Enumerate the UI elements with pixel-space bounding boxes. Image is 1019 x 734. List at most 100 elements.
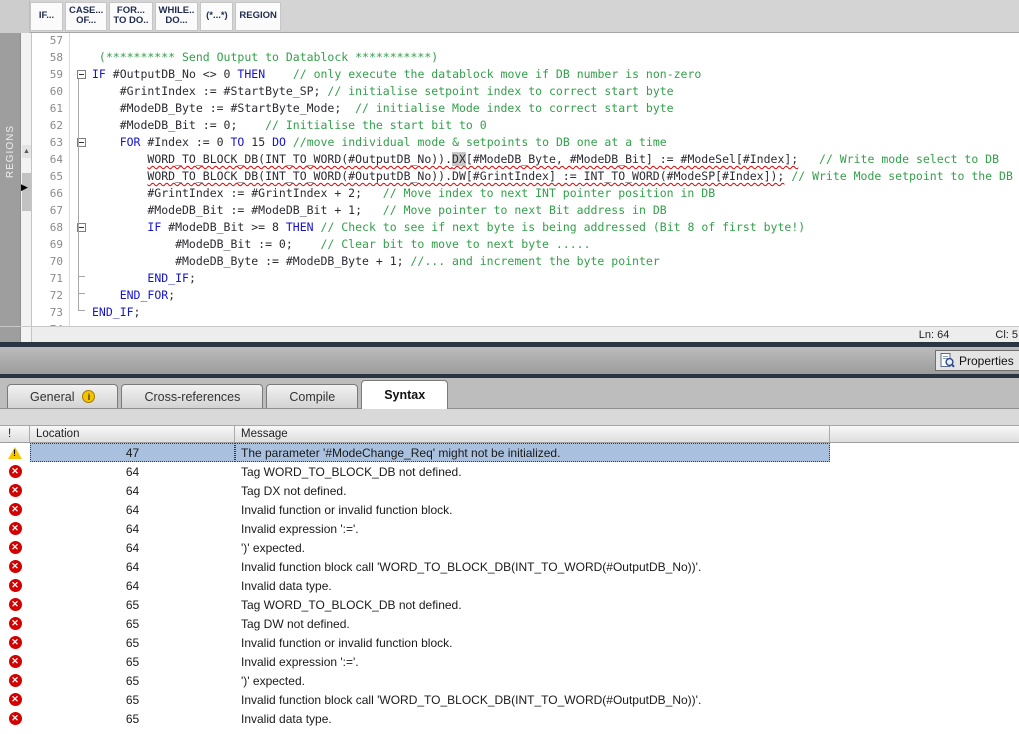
- table-row[interactable]: 65Invalid function or invalid function b…: [0, 633, 1019, 652]
- toolbar-button-for-to-do[interactable]: FOR...TO DO..: [109, 2, 152, 31]
- code-line-71[interactable]: 71 END_IF;: [32, 270, 1019, 287]
- regions-strip-footer: [0, 327, 20, 343]
- table-row[interactable]: 65')' expected.: [0, 671, 1019, 690]
- location-cell: 65: [30, 595, 235, 614]
- code-line-61[interactable]: 61 #ModeDB_Byte := #StartByte_Mode; // i…: [32, 100, 1019, 117]
- regions-label: REGIONS: [5, 125, 16, 233]
- tab-compile[interactable]: Compile: [266, 384, 358, 408]
- table-row[interactable]: 65Invalid data type.: [0, 709, 1019, 728]
- column-header-location[interactable]: Location: [30, 426, 235, 442]
- table-row[interactable]: 64Tag DX not defined.: [0, 481, 1019, 500]
- editor-left-scrollbar[interactable]: ▲ ▶: [20, 33, 32, 326]
- scrollbar-thumb[interactable]: [22, 173, 31, 211]
- location-cell: 64: [30, 500, 235, 519]
- location-cell: 64: [30, 519, 235, 538]
- column-header-message[interactable]: Message: [235, 426, 830, 442]
- code-token: // only execute the datablock move if DB…: [293, 67, 702, 81]
- toolbar-button-comment[interactable]: (*...*): [200, 2, 233, 31]
- code-token: THEN: [237, 67, 265, 81]
- regions-side-tab[interactable]: REGIONS: [0, 33, 20, 326]
- error-icon: [9, 579, 22, 592]
- line-number: 68: [32, 219, 70, 236]
- line-number: 58: [32, 49, 70, 66]
- code-line-67[interactable]: 67 #ModeDB_Bit := #ModeDB_Bit + 1; // Mo…: [32, 202, 1019, 219]
- code-token: //... and increment the byte pointer: [411, 254, 660, 268]
- line-number: 63: [32, 134, 70, 151]
- code-line-63[interactable]: 63 FOR #Index := 0 TO 15 DO //move indiv…: [32, 134, 1019, 151]
- table-row[interactable]: 65Tag DW not defined.: [0, 614, 1019, 633]
- table-row[interactable]: 64')' expected.: [0, 538, 1019, 557]
- toolbar-button-if[interactable]: IF...: [30, 2, 63, 31]
- table-row[interactable]: 64Invalid function block call 'WORD_TO_B…: [0, 557, 1019, 576]
- code-token: [#ModeDB_Byte, #ModeDB_Bit] := #ModeSel[…: [466, 152, 798, 166]
- column-header-severity[interactable]: !: [0, 426, 30, 442]
- code-line-57[interactable]: 57: [32, 33, 1019, 49]
- tab-general[interactable]: Generali: [7, 384, 118, 408]
- code-line-58[interactable]: 58 (********** Send Output to Datablock …: [32, 49, 1019, 66]
- table-row[interactable]: 65Tag WORD_TO_BLOCK_DB not defined.: [0, 595, 1019, 614]
- table-row[interactable]: 64Invalid function or invalid function b…: [0, 500, 1019, 519]
- code-line-66[interactable]: 66 #GrintIndex := #GrintIndex + 2; // Mo…: [32, 185, 1019, 202]
- code-token: [92, 152, 147, 166]
- location-cell: 64: [30, 462, 235, 481]
- error-icon: [9, 636, 22, 649]
- row-spacer: [830, 443, 1019, 462]
- table-row[interactable]: 47The parameter '#ModeChange_Req' might …: [0, 443, 1019, 462]
- code-token: #OutputDB_No <> 0: [106, 67, 238, 81]
- scl-code-editor[interactable]: 5758 (********** Send Output to Databloc…: [32, 33, 1019, 326]
- severity-cell: [0, 538, 30, 557]
- row-spacer: [830, 557, 1019, 576]
- info-badge-icon: i: [82, 390, 95, 403]
- row-spacer: [830, 538, 1019, 557]
- table-row[interactable]: 64Invalid expression ':='.: [0, 519, 1019, 538]
- message-cell: Invalid function block call 'WORD_TO_BLO…: [235, 557, 830, 576]
- table-row[interactable]: 65Invalid expression ':='.: [0, 652, 1019, 671]
- code-token: #GrintIndex := #GrintIndex + 2;: [92, 186, 383, 200]
- location-cell: 47: [30, 443, 235, 462]
- table-row[interactable]: 64Tag WORD_TO_BLOCK_DB not defined.: [0, 462, 1019, 481]
- tab-cross-references[interactable]: Cross-references: [121, 384, 263, 408]
- error-icon: [9, 712, 22, 725]
- scrollbar-up-icon[interactable]: ▲: [22, 145, 31, 158]
- row-spacer: [830, 500, 1019, 519]
- table-row[interactable]: 64Invalid data type.: [0, 576, 1019, 595]
- code-token: #ModeDB_Bit >= 8: [161, 220, 286, 234]
- code-line-68[interactable]: 68 IF #ModeDB_Bit >= 8 THEN // Check to …: [32, 219, 1019, 236]
- fold-collapse-icon[interactable]: [77, 70, 86, 79]
- scrollbar-footer: [20, 327, 32, 343]
- toolbar-button-label: DO...: [165, 16, 187, 26]
- code-token: // Move index to next INT pointer positi…: [383, 186, 715, 200]
- code-token: [92, 169, 147, 183]
- tab-syntax[interactable]: Syntax: [361, 380, 448, 409]
- fold-margin: [70, 33, 92, 49]
- severity-cell: [0, 462, 30, 481]
- severity-cell: [0, 595, 30, 614]
- error-icon: [9, 655, 22, 668]
- table-row[interactable]: 65Invalid function block call 'WORD_TO_B…: [0, 690, 1019, 709]
- toolbar-button-case-of[interactable]: CASE...OF...: [65, 2, 107, 31]
- code-line-62[interactable]: 62 #ModeDB_Bit := 0; // Initialise the s…: [32, 117, 1019, 134]
- location-cell: 65: [30, 671, 235, 690]
- code-line-69[interactable]: 69 #ModeDB_Bit := 0; // Clear bit to mov…: [32, 236, 1019, 253]
- code-line-65[interactable]: 65 WORD_TO_BLOCK_DB(INT_TO_WORD(#OutputD…: [32, 168, 1019, 185]
- code-token: [798, 152, 819, 166]
- error-icon: [9, 617, 22, 630]
- severity-cell: [0, 576, 30, 595]
- toolbar-button-region[interactable]: REGION: [235, 2, 280, 31]
- code-token: // initialise Mode index to correct star…: [355, 101, 674, 115]
- toolbar-button-while-do[interactable]: WHILE..DO...: [155, 2, 199, 31]
- line-number: 73: [32, 304, 70, 321]
- code-line-72[interactable]: 72 END_FOR;: [32, 287, 1019, 304]
- code-line-59[interactable]: 59IF #OutputDB_No <> 0 THEN // only exec…: [32, 66, 1019, 83]
- code-line-70[interactable]: 70 #ModeDB_Byte := #ModeDB_Byte + 1; //.…: [32, 253, 1019, 270]
- code-line-60[interactable]: 60 #GrintIndex := #StartByte_SP; // init…: [32, 83, 1019, 100]
- toolbar-button-label: TO DO..: [113, 16, 148, 26]
- code-token: (********** Send Output to Datablock ***…: [92, 50, 438, 64]
- code-token: // Write mode select to DB: [819, 152, 999, 166]
- code-token: END_FOR: [120, 288, 168, 302]
- code-line-64[interactable]: 64 WORD_TO_BLOCK_DB(INT_TO_WORD(#OutputD…: [32, 151, 1019, 168]
- code-token: // Clear bit to move to next byte .....: [320, 237, 590, 251]
- location-cell: 64: [30, 481, 235, 500]
- code-line-73[interactable]: 73END_IF;: [32, 304, 1019, 321]
- properties-panel-button[interactable]: Properties: [935, 350, 1019, 371]
